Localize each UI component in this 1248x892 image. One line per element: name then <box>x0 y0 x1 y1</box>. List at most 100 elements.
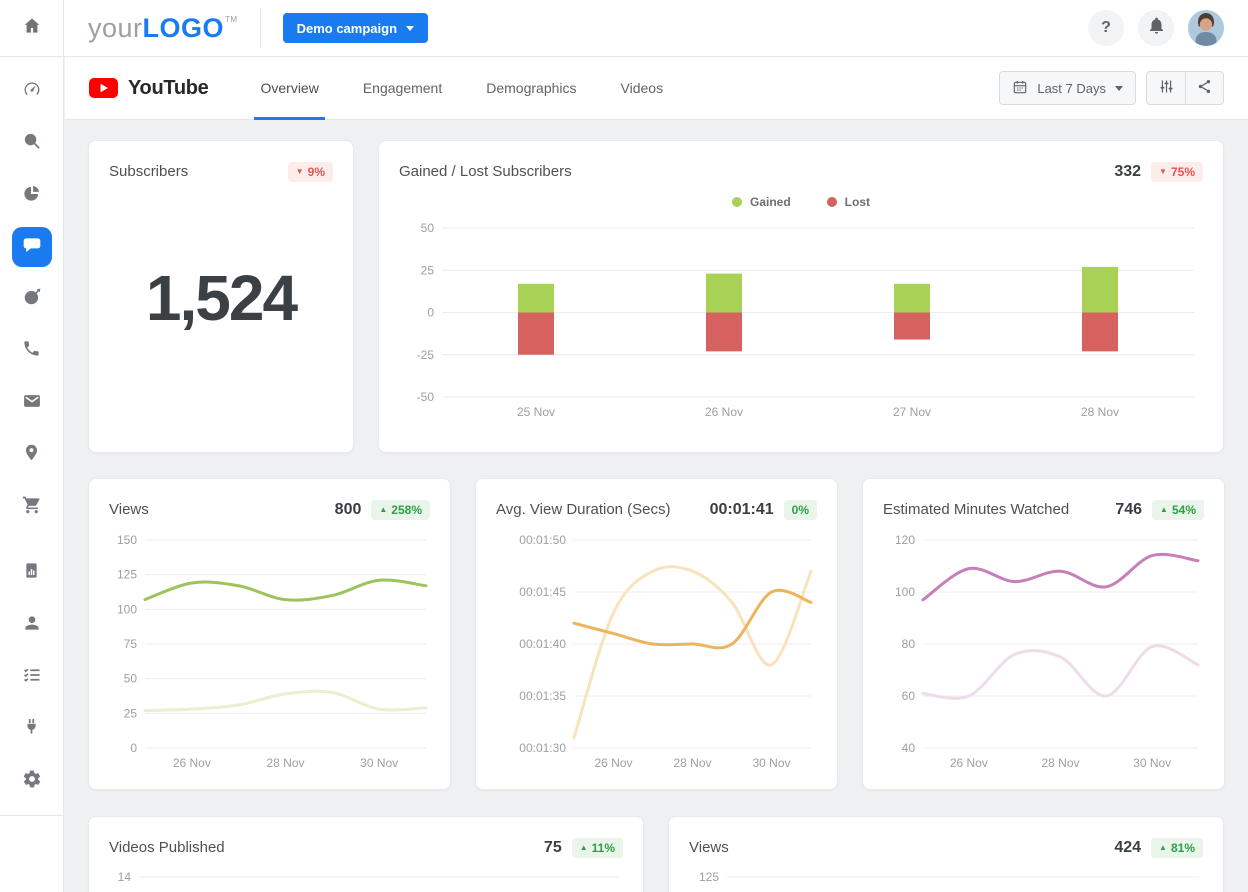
svg-text:30 Nov: 30 Nov <box>360 756 398 770</box>
sidebar-item-calls[interactable] <box>12 331 52 371</box>
pie-chart-icon <box>22 183 42 208</box>
card-title: Views <box>109 499 149 521</box>
sidebar-item-social[interactable] <box>12 227 52 267</box>
location-icon <box>22 443 41 467</box>
legend-item-lost[interactable]: Lost <box>827 195 870 209</box>
svg-text:00:01:30: 00:01:30 <box>519 741 566 755</box>
views-card: Views 800 ▲ 258% 150125100755025026 Nov2… <box>88 478 451 790</box>
sidebar-item-email[interactable] <box>12 383 52 423</box>
svg-text:25: 25 <box>124 706 138 720</box>
change-badge: ▲ 11% <box>572 838 623 858</box>
arrow-up-icon: ▲ <box>1160 504 1168 516</box>
sidebar-item-search[interactable] <box>12 123 52 163</box>
view-controls <box>1146 71 1224 105</box>
views-chart: 150125100755025026 Nov28 Nov30 Nov <box>109 533 432 774</box>
date-range-button[interactable]: Last 7 Days <box>999 71 1136 105</box>
svg-text:00:01:35: 00:01:35 <box>519 689 566 703</box>
svg-text:40: 40 <box>902 741 916 755</box>
card-title: Estimated Minutes Watched <box>883 499 1069 521</box>
sidebar-item-analytics[interactable] <box>12 175 52 215</box>
chevron-down-icon <box>1115 86 1123 91</box>
arrow-up-icon: ▲ <box>580 842 588 854</box>
sidebar-item-ecommerce[interactable] <box>12 487 52 527</box>
svg-text:60: 60 <box>902 689 916 703</box>
card-title: Subscribers <box>109 161 188 183</box>
change-badge: ▼ 75% <box>1151 162 1203 182</box>
sidebar-item-contacts[interactable] <box>12 605 52 645</box>
metric-value: 746 <box>1115 501 1142 519</box>
svg-text:150: 150 <box>117 533 137 547</box>
filter-sliders-icon <box>1158 78 1175 98</box>
svg-text:100: 100 <box>895 585 915 599</box>
gained-lost-chart: 50250-25-5025 Nov26 Nov27 Nov28 Nov <box>402 215 1200 421</box>
metric-value: 424 <box>1114 839 1141 857</box>
svg-text:0: 0 <box>427 306 434 320</box>
arrow-down-icon: ▼ <box>296 166 304 178</box>
tab-demographics[interactable]: Demographics <box>480 57 582 120</box>
svg-text:26 Nov: 26 Nov <box>594 756 632 770</box>
report-icon <box>22 561 41 585</box>
sidebar-item-ads[interactable] <box>12 279 52 319</box>
svg-text:26 Nov: 26 Nov <box>705 405 743 419</box>
chat-icon <box>22 235 42 260</box>
svg-text:25: 25 <box>421 263 435 277</box>
calendar-icon <box>1012 79 1028 98</box>
svg-text:125: 125 <box>699 870 719 884</box>
svg-text:0: 0 <box>130 741 137 755</box>
change-badge: ▲ 54% <box>1152 500 1204 520</box>
svg-text:14: 14 <box>118 870 132 884</box>
bell-icon <box>1147 16 1166 40</box>
sidebar-item-tasks[interactable] <box>12 657 52 697</box>
sidebar-item-integrations[interactable] <box>12 709 52 749</box>
arrow-down-icon: ▼ <box>1159 166 1167 178</box>
mail-icon <box>22 391 42 416</box>
legend-item-gained[interactable]: Gained <box>732 195 791 209</box>
tab-bar: Overview Engagement Demographics Videos <box>238 57 685 120</box>
card-title: Avg. View Duration (Secs) <box>496 499 671 521</box>
svg-text:28 Nov: 28 Nov <box>1081 405 1119 419</box>
svg-text:50: 50 <box>124 672 138 686</box>
gauge-icon <box>22 79 42 104</box>
phone-icon <box>22 339 41 363</box>
lost-dot-icon <box>827 197 837 207</box>
campaign-selector-button[interactable]: Demo campaign <box>283 13 428 43</box>
sidebar-item-settings[interactable] <box>12 761 52 801</box>
sidebar-item-home[interactable] <box>0 0 64 57</box>
gear-icon <box>22 769 42 794</box>
metric-value: 75 <box>544 839 562 857</box>
source-header: YouTube Overview Engagement Demographics… <box>65 57 1248 120</box>
subscribers-card: Subscribers ▼ 9% 1,524 <box>88 140 354 453</box>
tab-engagement[interactable]: Engagement <box>357 57 448 120</box>
svg-text:-25: -25 <box>417 348 435 362</box>
svg-text:26 Nov: 26 Nov <box>950 756 988 770</box>
svg-text:50: 50 <box>421 221 435 235</box>
arrow-up-icon: ▲ <box>379 504 387 516</box>
sidebar-item-dashboard[interactable] <box>12 71 52 111</box>
sidebar-item-reports[interactable] <box>12 553 52 593</box>
share-button[interactable] <box>1185 72 1223 104</box>
svg-text:30 Nov: 30 Nov <box>1133 756 1171 770</box>
svg-text:26 Nov: 26 Nov <box>173 756 211 770</box>
share-icon <box>1196 78 1213 98</box>
logo-prefix: your <box>88 13 143 44</box>
filter-button[interactable] <box>1147 72 1185 104</box>
videos-published-chart: 14 <box>109 861 625 892</box>
sidebar-item-local[interactable] <box>12 435 52 475</box>
estimated-minutes-watched-card: Estimated Minutes Watched 746 ▲ 54% 1201… <box>862 478 1225 790</box>
chevron-down-icon <box>406 26 414 31</box>
estimated-minutes-chart: 12010080604026 Nov28 Nov30 Nov <box>883 533 1206 774</box>
help-button[interactable]: ? <box>1088 10 1124 46</box>
person-icon <box>22 613 42 638</box>
card-title: Videos Published <box>109 837 225 859</box>
svg-text:00:01:45: 00:01:45 <box>519 585 566 599</box>
tab-videos[interactable]: Videos <box>615 57 670 120</box>
date-range-label: Last 7 Days <box>1037 81 1106 96</box>
tab-overview[interactable]: Overview <box>254 57 324 120</box>
notifications-button[interactable] <box>1138 10 1174 46</box>
chart-legend: Gained Lost <box>379 195 1223 209</box>
user-avatar[interactable] <box>1188 10 1224 46</box>
views-bottom-card: Views 424 ▲ 81% 125 <box>668 816 1224 892</box>
metric-value: 00:01:41 <box>710 501 774 519</box>
youtube-icon <box>89 78 118 98</box>
change-badge: ▲ 81% <box>1151 838 1203 858</box>
